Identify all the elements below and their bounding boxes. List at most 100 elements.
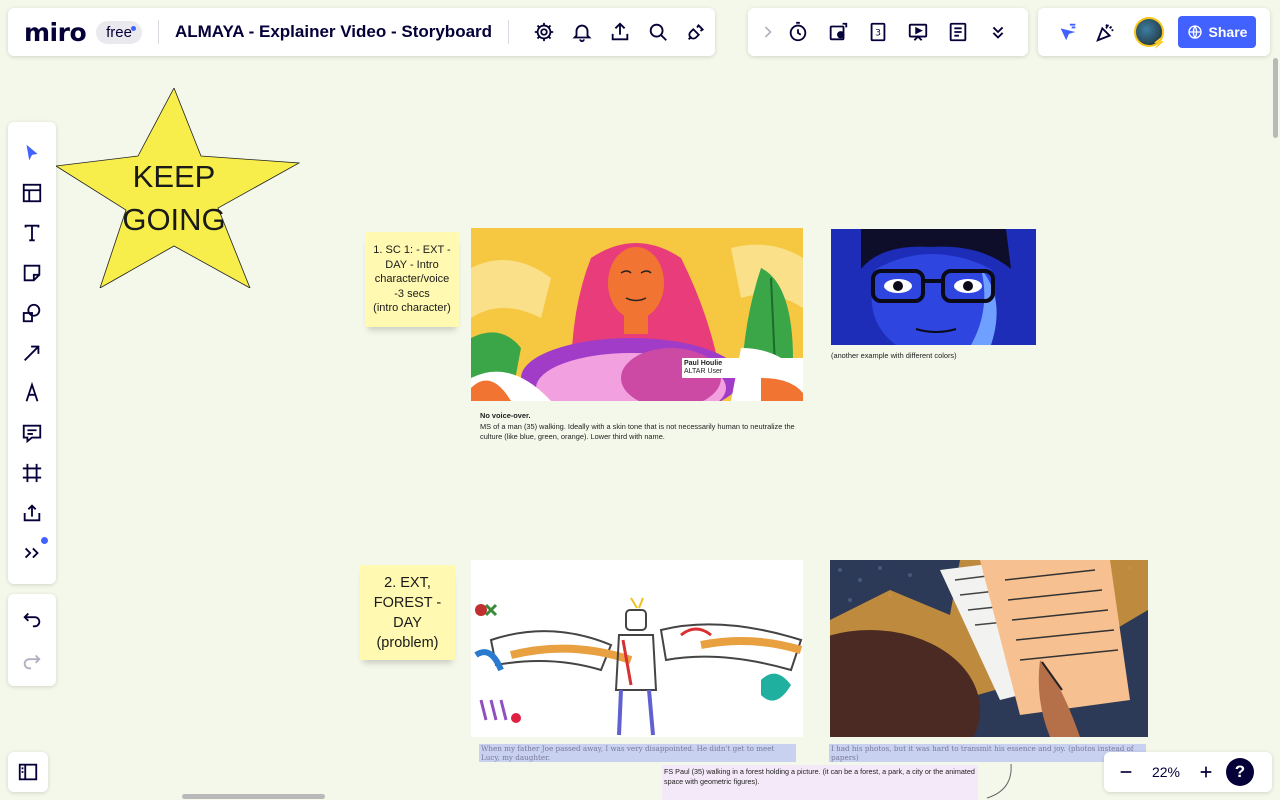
creation-toolbar [8, 122, 56, 584]
history-toolbar [8, 594, 56, 686]
presentation-icon [908, 23, 928, 41]
reactions-button[interactable] [818, 12, 858, 52]
export-button[interactable] [601, 12, 639, 52]
search-button[interactable] [639, 12, 677, 52]
avatar[interactable]: ⚡ [1134, 17, 1166, 49]
settings-icon [534, 22, 554, 42]
sidebar-icon [18, 763, 38, 781]
arrow-icon [24, 345, 40, 361]
help-button[interactable]: ? [1226, 758, 1254, 786]
top-toolbar-main: miro free ALMAYA - Explainer Video - Sto… [8, 8, 715, 56]
plan-label: free [106, 23, 132, 41]
vertical-scrollbar[interactable] [1273, 58, 1278, 138]
notes-icon [949, 22, 967, 42]
svg-text:3: 3 [875, 28, 881, 39]
undo-button[interactable] [12, 598, 52, 640]
lower-third: Paul Houlie ALTAR User [682, 358, 803, 378]
new-feature-dot [41, 537, 48, 544]
plus-icon [1200, 766, 1212, 778]
card-3-icon: 3 [870, 22, 886, 42]
zoom-in-button[interactable] [1190, 756, 1222, 788]
cursor-filter-icon [1060, 23, 1076, 41]
scene-2-caption-left[interactable]: When my father Joe passed away, I was ve… [479, 744, 796, 762]
select-icon [26, 144, 38, 161]
lightning-icon: ⚡ [1152, 37, 1166, 49]
scene-1-alt-image[interactable] [831, 229, 1036, 345]
timer-button[interactable] [778, 12, 818, 52]
chevron-right-icon [764, 26, 772, 38]
sticky-note-tool[interactable] [12, 253, 52, 293]
scene-2-caption-bottom[interactable]: FS Paul (35) walking in a forest holding… [662, 765, 978, 800]
board-title[interactable]: ALMAYA - Explainer Video - Storyboard [175, 22, 492, 42]
templates-tool[interactable] [12, 173, 52, 213]
text-tool[interactable] [12, 213, 52, 253]
plugin-icon [688, 24, 704, 40]
miro-logo[interactable]: miro [24, 18, 87, 47]
settings-button[interactable] [525, 12, 563, 52]
sticky-note-icon [23, 264, 41, 282]
zoom-out-button[interactable] [1110, 756, 1142, 788]
share-label: Share [1208, 24, 1248, 40]
globe-icon [1187, 25, 1202, 39]
select-tool[interactable] [12, 133, 52, 173]
undo-icon [23, 612, 41, 628]
scene-2-alt-image[interactable] [830, 560, 1148, 737]
redo-button[interactable] [12, 640, 52, 682]
minus-icon [1120, 771, 1132, 773]
shapes-tool[interactable] [12, 293, 52, 333]
cursor-visibility-button[interactable] [1052, 12, 1084, 52]
search-icon [649, 23, 667, 41]
text-icon [24, 224, 40, 242]
board-panel-button[interactable] [8, 752, 48, 792]
templates-icon [22, 183, 42, 203]
celebrate-icon [1096, 24, 1114, 42]
collapse-toolbar-button[interactable] [758, 12, 778, 52]
upload-tool[interactable] [12, 493, 52, 533]
more-icon [24, 547, 39, 559]
frame-tool[interactable] [12, 453, 52, 493]
pen-icon [25, 382, 39, 402]
sticky-reaction-icon [829, 22, 848, 41]
lower-third-role: ALTAR User [684, 368, 723, 375]
timer-icon [789, 21, 807, 42]
share-button[interactable]: Share [1178, 16, 1256, 48]
apps-button[interactable] [677, 12, 715, 52]
redo-icon [23, 654, 41, 670]
zoom-level[interactable]: 22% [1142, 764, 1190, 780]
divider [508, 20, 509, 44]
notification-dot [130, 25, 136, 31]
star-text: KEEP GOING [122, 159, 226, 237]
chevron-down-icon [992, 26, 1004, 39]
board-canvas[interactable]: KEEP GOING 1. SC 1: - EXT - DAY - Intro … [0, 0, 1280, 800]
top-toolbar-collaboration: 3 [748, 8, 1028, 56]
divider [157, 20, 159, 44]
frame-icon [22, 463, 42, 483]
scene-1-caption[interactable]: MS of a man (35) walking. Ideally with a… [480, 422, 800, 442]
scene-1-caption-title[interactable]: No voice-over. [480, 411, 531, 421]
shapes-icon [22, 303, 41, 323]
upload-icon [23, 504, 41, 522]
connection-tool[interactable] [12, 333, 52, 373]
sticky-note-scene-1[interactable]: 1. SC 1: - EXT - DAY - Intro character/v… [365, 232, 459, 327]
notifications-button[interactable] [563, 12, 601, 52]
plan-badge[interactable]: free [96, 20, 142, 44]
bell-icon [572, 24, 592, 43]
voting-button[interactable]: 3 [858, 12, 898, 52]
upload-icon [611, 22, 629, 41]
sticky-note-scene-2[interactable]: 2. EXT, FOREST - DAY (problem) [360, 565, 455, 660]
pen-tool[interactable] [12, 373, 52, 413]
connector-line[interactable] [985, 760, 1015, 800]
more-tools-button[interactable] [978, 12, 1018, 52]
scene-2-image[interactable] [471, 560, 803, 737]
lower-third-name: Paul Houlie [684, 360, 723, 367]
comment-tool[interactable] [12, 413, 52, 453]
comment-icon [22, 424, 42, 444]
notes-button[interactable] [938, 12, 978, 52]
zoom-controls: 22% ? [1104, 752, 1272, 792]
scene-1-image[interactable]: Paul Houlie ALTAR User [471, 228, 803, 401]
horizontal-scrollbar[interactable] [182, 794, 325, 799]
presentation-button[interactable] [898, 12, 938, 52]
scene-1-alt-caption[interactable]: (another example with different colors) [831, 351, 1031, 361]
top-toolbar-share: ⚡ Share [1038, 8, 1270, 56]
celebrate-button[interactable] [1088, 12, 1124, 52]
